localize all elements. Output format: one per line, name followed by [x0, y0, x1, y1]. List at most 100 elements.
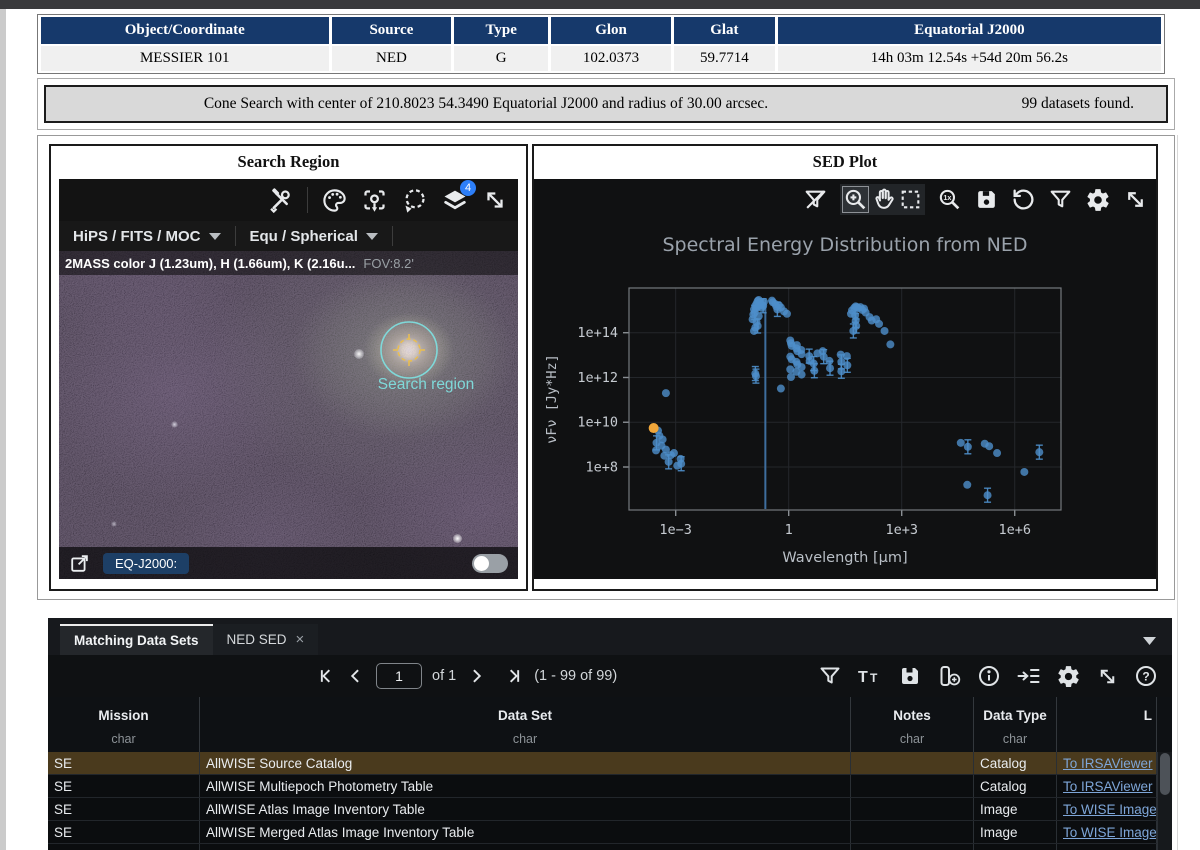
next-page-icon[interactable] — [466, 666, 486, 686]
data-point[interactable] — [963, 481, 971, 489]
clear-filter-icon[interactable] — [803, 187, 828, 212]
tab-ned-sed[interactable]: NED SED × — [213, 624, 319, 655]
data-point[interactable] — [662, 389, 670, 397]
color-palette-icon[interactable] — [321, 187, 348, 214]
data-point[interactable] — [843, 361, 851, 369]
layers-icon[interactable]: 4 — [441, 186, 469, 214]
select-region-icon[interactable] — [401, 187, 428, 214]
zoom-original-icon[interactable]: 1x — [937, 187, 962, 212]
table-row[interactable]: SEAllWISE Source CatalogCatalogTo IRSAVi… — [48, 752, 1172, 775]
restore-icon[interactable] — [1011, 187, 1036, 212]
data-point[interactable] — [798, 371, 806, 379]
table-row[interactable]: SEAllWISE Multiepoch Photometry TableCat… — [48, 775, 1172, 798]
save-icon[interactable] — [898, 664, 922, 688]
data-point[interactable] — [1020, 468, 1028, 476]
data-point[interactable] — [1035, 448, 1043, 456]
coord-dropdown-label: Equ / Spherical — [250, 228, 358, 245]
data-point[interactable] — [673, 462, 681, 470]
column-header-data-set[interactable]: Data Setchar — [200, 697, 851, 752]
chevron-down-icon — [209, 233, 221, 240]
tools-icon[interactable] — [267, 187, 294, 214]
pan-icon[interactable] — [871, 187, 896, 212]
data-point[interactable] — [652, 446, 660, 454]
data-point[interactable] — [881, 327, 889, 335]
data-point[interactable] — [984, 491, 992, 499]
expand-icon[interactable] — [1096, 665, 1119, 688]
previous-page-icon[interactable] — [346, 666, 366, 686]
data-point[interactable] — [886, 340, 894, 348]
sky-viewer[interactable]: 4 HiPS / FITS / MOC Equ / Spherical — [59, 179, 518, 579]
filter-icon[interactable] — [818, 664, 842, 688]
plot-frame — [629, 288, 1061, 510]
expand-icon[interactable] — [482, 187, 508, 213]
link-cell: To IRSAVie — [1057, 844, 1157, 850]
column-header-notes[interactable]: Noteschar — [851, 697, 974, 752]
dataset-link[interactable]: To IRSAViewer — [1063, 756, 1153, 771]
help-icon[interactable]: ? — [1134, 664, 1158, 688]
highlighted-data-point[interactable] — [649, 423, 659, 433]
data-point[interactable] — [964, 443, 972, 451]
data-point[interactable] — [752, 372, 760, 380]
data-point[interactable] — [670, 449, 678, 457]
dataset-link[interactable]: To IRSAViewer — [1063, 779, 1153, 794]
dataset-cell: AllWISE Source Catalog — [200, 752, 851, 774]
search-region-box: Search Region — [49, 144, 528, 591]
data-point[interactable] — [750, 327, 758, 335]
data-point[interactable] — [777, 385, 785, 393]
data-point[interactable] — [810, 367, 818, 375]
data-point[interactable] — [875, 320, 883, 328]
dataset-link[interactable]: To WISE Image — [1063, 802, 1157, 817]
settings-gear-icon[interactable] — [1056, 664, 1081, 689]
table-row[interactable]: SENEOWISE-R Single Exposure (L1b) Source… — [48, 844, 1172, 850]
expand-icon[interactable] — [1123, 187, 1148, 212]
data-point[interactable] — [797, 346, 805, 354]
info-icon[interactable] — [977, 664, 1001, 688]
y-tick-label: 1e+14 — [577, 325, 618, 341]
filter-icon[interactable] — [1048, 187, 1073, 212]
x-tick-label: 1e+3 — [885, 522, 918, 538]
coordinate-readout-label[interactable]: EQ-J2000: — [103, 553, 189, 574]
select-area-icon[interactable] — [898, 187, 923, 212]
save-icon[interactable] — [974, 187, 999, 212]
sed-scatter-chart[interactable]: Spectral Energy Distribution from NEDνFν… — [534, 179, 1156, 579]
data-point[interactable] — [760, 298, 768, 306]
data-point[interactable] — [665, 458, 673, 466]
add-column-icon[interactable] — [937, 664, 962, 688]
coord-system-dropdown[interactable]: Equ / Spherical — [236, 228, 392, 245]
coordinate-lock-toggle[interactable] — [472, 554, 508, 573]
hips-fits-moc-dropdown[interactable]: HiPS / FITS / MOC — [59, 228, 235, 245]
data-point[interactable] — [993, 449, 1001, 457]
x-tick-label: 1e+6 — [998, 522, 1031, 538]
page-number-input[interactable] — [376, 663, 422, 689]
zoom-in-icon[interactable] — [842, 186, 869, 213]
link-cell: To WISE Image — [1057, 821, 1157, 843]
data-point[interactable] — [985, 442, 993, 450]
dock-table-icon[interactable] — [1016, 664, 1041, 688]
data-point[interactable] — [957, 439, 965, 447]
table-scrollbar[interactable] — [1157, 752, 1172, 850]
settings-gear-icon[interactable] — [1085, 187, 1111, 213]
column-header-mission[interactable]: Missionchar — [48, 697, 200, 752]
data-point[interactable] — [837, 367, 845, 375]
text-size-icon[interactable]: TT — [857, 664, 883, 688]
close-icon[interactable]: × — [296, 632, 305, 647]
scrollbar-thumb[interactable] — [1160, 753, 1170, 795]
first-page-icon[interactable] — [316, 666, 336, 686]
recenter-icon[interactable] — [361, 187, 388, 214]
table-row[interactable]: SEAllWISE Merged Atlas Image Inventory T… — [48, 821, 1172, 844]
data-point[interactable] — [849, 327, 857, 335]
external-link-icon[interactable] — [69, 552, 91, 574]
table-row[interactable]: SEAllWISE Atlas Image Inventory TableIma… — [48, 798, 1172, 821]
data-point[interactable] — [783, 310, 791, 318]
data-point[interactable] — [787, 373, 795, 381]
tab-list-dropdown-icon[interactable] — [1143, 637, 1156, 645]
column-header-data-type[interactable]: Data Typechar — [974, 697, 1057, 752]
tab-matching-data-sets[interactable]: Matching Data Sets — [60, 624, 213, 655]
viewer-footer: EQ-J2000: — [59, 547, 518, 579]
sed-plot-area[interactable]: 1x — [534, 179, 1156, 579]
svg-text:?: ? — [1142, 670, 1149, 684]
last-page-icon[interactable] — [504, 666, 524, 686]
data-point[interactable] — [826, 364, 834, 372]
dataset-link[interactable]: To WISE Image — [1063, 825, 1157, 840]
column-header-l[interactable]: L — [1057, 697, 1157, 752]
